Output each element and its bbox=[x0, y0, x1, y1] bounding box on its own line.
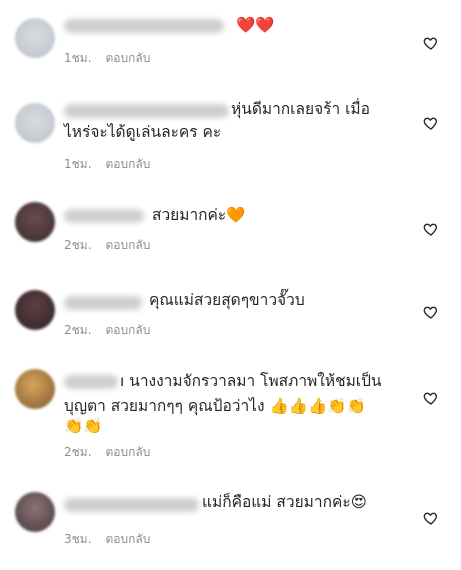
comment-text-line: หุ่นดีมากเลยจร้า เมื่อ bbox=[231, 100, 370, 118]
comment-time: 2ชม. bbox=[64, 323, 92, 337]
comment-meta: 1ชม. ตอบกลับ bbox=[64, 155, 150, 174]
comment-meta: 2ชม. ตอบกลับ bbox=[64, 443, 150, 462]
comment-item: คุณแม่สวยสุดๆขาวจั๊วบ 2ชม. ตอบกลับ bbox=[0, 278, 461, 348]
reply-button[interactable]: ตอบกลับ bbox=[106, 236, 151, 255]
comment-item: แม่ก็คือแม่ สวยมากค่ะ😍 3ชม. ตอบกลับ bbox=[0, 480, 461, 560]
username-blurred[interactable] bbox=[64, 209, 144, 223]
comment-meta: 2ชม. ตอบกลับ bbox=[64, 236, 150, 255]
comment-text-line: ı นางงามจักรวาลมา โพสภาพให้ชมเป็น bbox=[120, 372, 382, 390]
reply-button[interactable]: ตอบกลับ bbox=[106, 155, 151, 174]
comment-time: 3ชม. bbox=[64, 532, 92, 546]
comments-list: ❤️❤️ 1ชม. ตอบกลับ หุ่นดีมากเลยจร้า เมื่อ… bbox=[0, 0, 461, 570]
username-blurred[interactable] bbox=[64, 375, 118, 389]
heart-outline-icon[interactable] bbox=[423, 221, 439, 237]
comment-meta: 3ชม. ตอบกลับ bbox=[64, 530, 150, 549]
comment-text: คุณแม่สวยสุดๆขาวจั๊วบ bbox=[149, 291, 305, 309]
reply-button[interactable]: ตอบกลับ bbox=[106, 443, 151, 462]
reply-button[interactable]: ตอบกลับ bbox=[106, 321, 151, 340]
avatar[interactable] bbox=[15, 290, 55, 330]
reply-button[interactable]: ตอบกลับ bbox=[106, 530, 151, 549]
comment-item: ❤️❤️ 1ชม. ตอบกลับ bbox=[0, 0, 461, 70]
comment-item: สวยมากค่ะ🧡 2ชม. ตอบกลับ bbox=[0, 190, 461, 260]
heart-outline-icon[interactable] bbox=[423, 304, 439, 320]
username-blurred[interactable] bbox=[64, 498, 199, 512]
comment-item: ı นางงามจักรวาลมา โพสภาพให้ชมเป็น บุญตา … bbox=[0, 365, 461, 465]
heart-outline-icon[interactable] bbox=[423, 510, 439, 526]
comment-text: ❤️❤️ bbox=[236, 16, 275, 34]
comment-time: 1ชม. bbox=[64, 157, 92, 171]
comment-meta: 2ชม. ตอบกลับ bbox=[64, 321, 150, 340]
avatar[interactable] bbox=[15, 492, 55, 532]
heart-outline-icon[interactable] bbox=[423, 390, 439, 406]
avatar[interactable] bbox=[15, 103, 55, 143]
comment-time: 2ชม. bbox=[64, 238, 92, 252]
username-blurred[interactable] bbox=[64, 296, 142, 310]
comment-item: หุ่นดีมากเลยจร้า เมื่อ ไหร่จะได้ดูเล่นละ… bbox=[0, 85, 461, 180]
avatar[interactable] bbox=[15, 369, 55, 409]
comment-time: 1ชม. bbox=[64, 51, 92, 65]
username-blurred[interactable] bbox=[64, 19, 224, 33]
comment-text-line: ไหร่จะได้ดูเล่นละคร คะ bbox=[64, 123, 222, 141]
heart-outline-icon[interactable] bbox=[423, 35, 439, 51]
avatar[interactable] bbox=[15, 18, 55, 58]
heart-outline-icon[interactable] bbox=[423, 115, 439, 131]
comment-text: สวยมากค่ะ🧡 bbox=[152, 206, 246, 224]
avatar[interactable] bbox=[15, 202, 55, 242]
reply-button[interactable]: ตอบกลับ bbox=[106, 49, 151, 68]
username-blurred[interactable] bbox=[64, 104, 229, 118]
comment-time: 2ชม. bbox=[64, 445, 92, 459]
comment-meta: 1ชม. ตอบกลับ bbox=[64, 49, 150, 68]
comment-text: แม่ก็คือแม่ สวยมากค่ะ😍 bbox=[202, 493, 367, 511]
comment-text-line: บุญตา สวยมากๆๆ คุณป้อว่าไง 👍👍👍👏👏 bbox=[64, 397, 366, 415]
comment-text-line: 👏👏 bbox=[64, 417, 103, 435]
